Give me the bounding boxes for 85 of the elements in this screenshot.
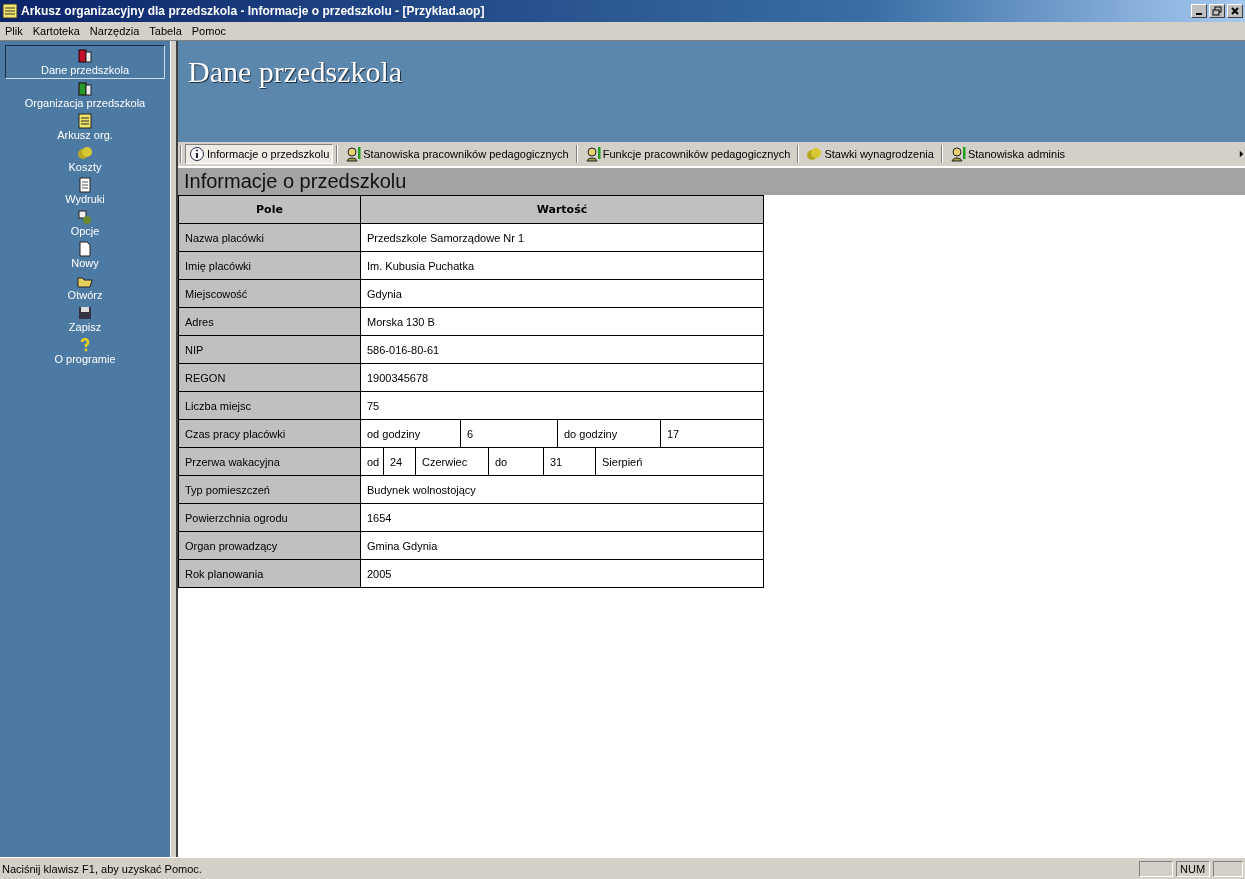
minimize-button[interactable] <box>1191 4 1207 18</box>
table-cell: Czerwiec <box>416 448 489 476</box>
table-cell: 586-016-80-61 <box>361 336 764 364</box>
document-icon <box>77 177 93 193</box>
sidebar-item[interactable]: Dane przedszkola <box>5 45 165 79</box>
table-cell: Gmina Gdynia <box>361 532 764 560</box>
sidebar-item[interactable]: Zapisz <box>5 303 165 335</box>
close-icon <box>1230 6 1240 16</box>
table-cell: 1900345678 <box>361 364 764 392</box>
table-cell: 2005 <box>361 560 764 588</box>
person-icon <box>584 146 601 162</box>
field-label: Nazwa placówki <box>179 224 361 252</box>
notepad-icon <box>2 3 18 19</box>
sidebar-item[interactable]: Organizacja przedszkola <box>5 79 165 111</box>
sidebar-item[interactable]: Otwórz <box>5 271 165 303</box>
field-label: Powierzchnia ogrodu <box>179 504 361 532</box>
sidebar-item[interactable]: Opcje <box>5 207 165 239</box>
coins-icon <box>77 145 93 161</box>
table-cell: Przedszkole Samorządowe Nr 1 <box>361 224 764 252</box>
page-title: Dane przedszkola <box>188 55 403 89</box>
sidebar-item[interactable]: Nowy <box>5 239 165 271</box>
tab[interactable]: Stawki wynagrodzenia <box>802 144 938 164</box>
table-cell: Morska 130 B <box>361 308 764 336</box>
person-icon <box>345 146 362 162</box>
window-title: Arkusz organizacyjny dla przedszkola - Informacje o przedszkolu - [Przykład.aop] <box>21 4 486 18</box>
field-label: Liczba miejsc <box>179 392 361 420</box>
scroll-right-icon[interactable] <box>1239 150 1244 158</box>
field-label: Miejscowość <box>179 280 361 308</box>
menu-item[interactable]: Plik <box>2 25 26 37</box>
column-header: Wartość <box>361 196 764 224</box>
column-header: Pole <box>179 196 361 224</box>
table-cell: do <box>489 448 544 476</box>
field-label: Rok planowania <box>179 560 361 588</box>
field-label: Przerwa wakacyjna <box>179 448 361 476</box>
field-label: Imię placówki <box>179 252 361 280</box>
field-label: NIP <box>179 336 361 364</box>
sidebar-item[interactable]: O programie <box>5 335 165 367</box>
status-indicator: NUM <box>1176 860 1210 877</box>
table-cell: do godziny <box>558 420 661 448</box>
menu-item[interactable]: Tabela <box>146 25 185 37</box>
sidebar-item[interactable]: Arkusz org. <box>5 111 165 143</box>
field-label: Typ pomieszczeń <box>179 476 361 504</box>
new-file-icon <box>77 241 93 257</box>
table-cell: 31 <box>544 448 596 476</box>
coins-icon <box>806 146 823 162</box>
table-cell: od godziny <box>361 420 461 448</box>
menu-item[interactable]: Kartoteka <box>29 25 83 37</box>
field-label: REGON <box>179 364 361 392</box>
tab[interactable]: Funkcje pracowników pedagogicznych <box>580 144 795 164</box>
tab[interactable]: Stanowiska pracowników pedagogicznych <box>341 144 573 164</box>
section-title: Informacje o przedszkolu <box>184 170 407 193</box>
restore-icon <box>1212 6 1222 16</box>
person-icon <box>949 146 966 162</box>
field-label: Adres <box>179 308 361 336</box>
tab[interactable]: Stanowiska adminis <box>945 144 1070 164</box>
options-icon <box>77 209 93 225</box>
table-cell: 24 <box>384 448 416 476</box>
table-cell: Sierpień <box>596 448 764 476</box>
table-cell: od <box>361 448 384 476</box>
table-cell: 75 <box>361 392 764 420</box>
sidebar-item[interactable]: Wydruki <box>5 175 165 207</box>
status-pane <box>1213 860 1243 877</box>
tab[interactable]: Informacje o przedszkolu <box>185 144 334 164</box>
menu-item[interactable]: Pomoc <box>188 25 230 37</box>
minimize-icon <box>1196 13 1202 15</box>
note-icon <box>77 113 93 129</box>
info-icon <box>189 146 205 162</box>
table-cell: Budynek wolnostojący <box>361 476 764 504</box>
splitter[interactable] <box>170 41 178 857</box>
field-label: Czas pracy placówki <box>179 420 361 448</box>
table-cell: Gdynia <box>361 280 764 308</box>
close-button[interactable] <box>1227 4 1243 18</box>
table-cell: 1654 <box>361 504 764 532</box>
book-icon <box>77 81 93 97</box>
status-pane <box>1139 860 1173 877</box>
menu-item[interactable]: Narzędzia <box>86 25 143 37</box>
book-icon <box>77 48 93 64</box>
table-cell: 17 <box>661 420 764 448</box>
field-label: Organ prowadzący <box>179 532 361 560</box>
sidebar-item[interactable]: Koszty <box>5 143 165 175</box>
table-cell: 6 <box>461 420 558 448</box>
restore-button[interactable] <box>1209 4 1225 18</box>
save-icon <box>77 305 93 321</box>
status-text: Naciśnij klawisz F1, aby uzyskać Pomoc. <box>2 862 203 875</box>
table-cell: Im. Kubusia Puchatka <box>361 252 764 280</box>
